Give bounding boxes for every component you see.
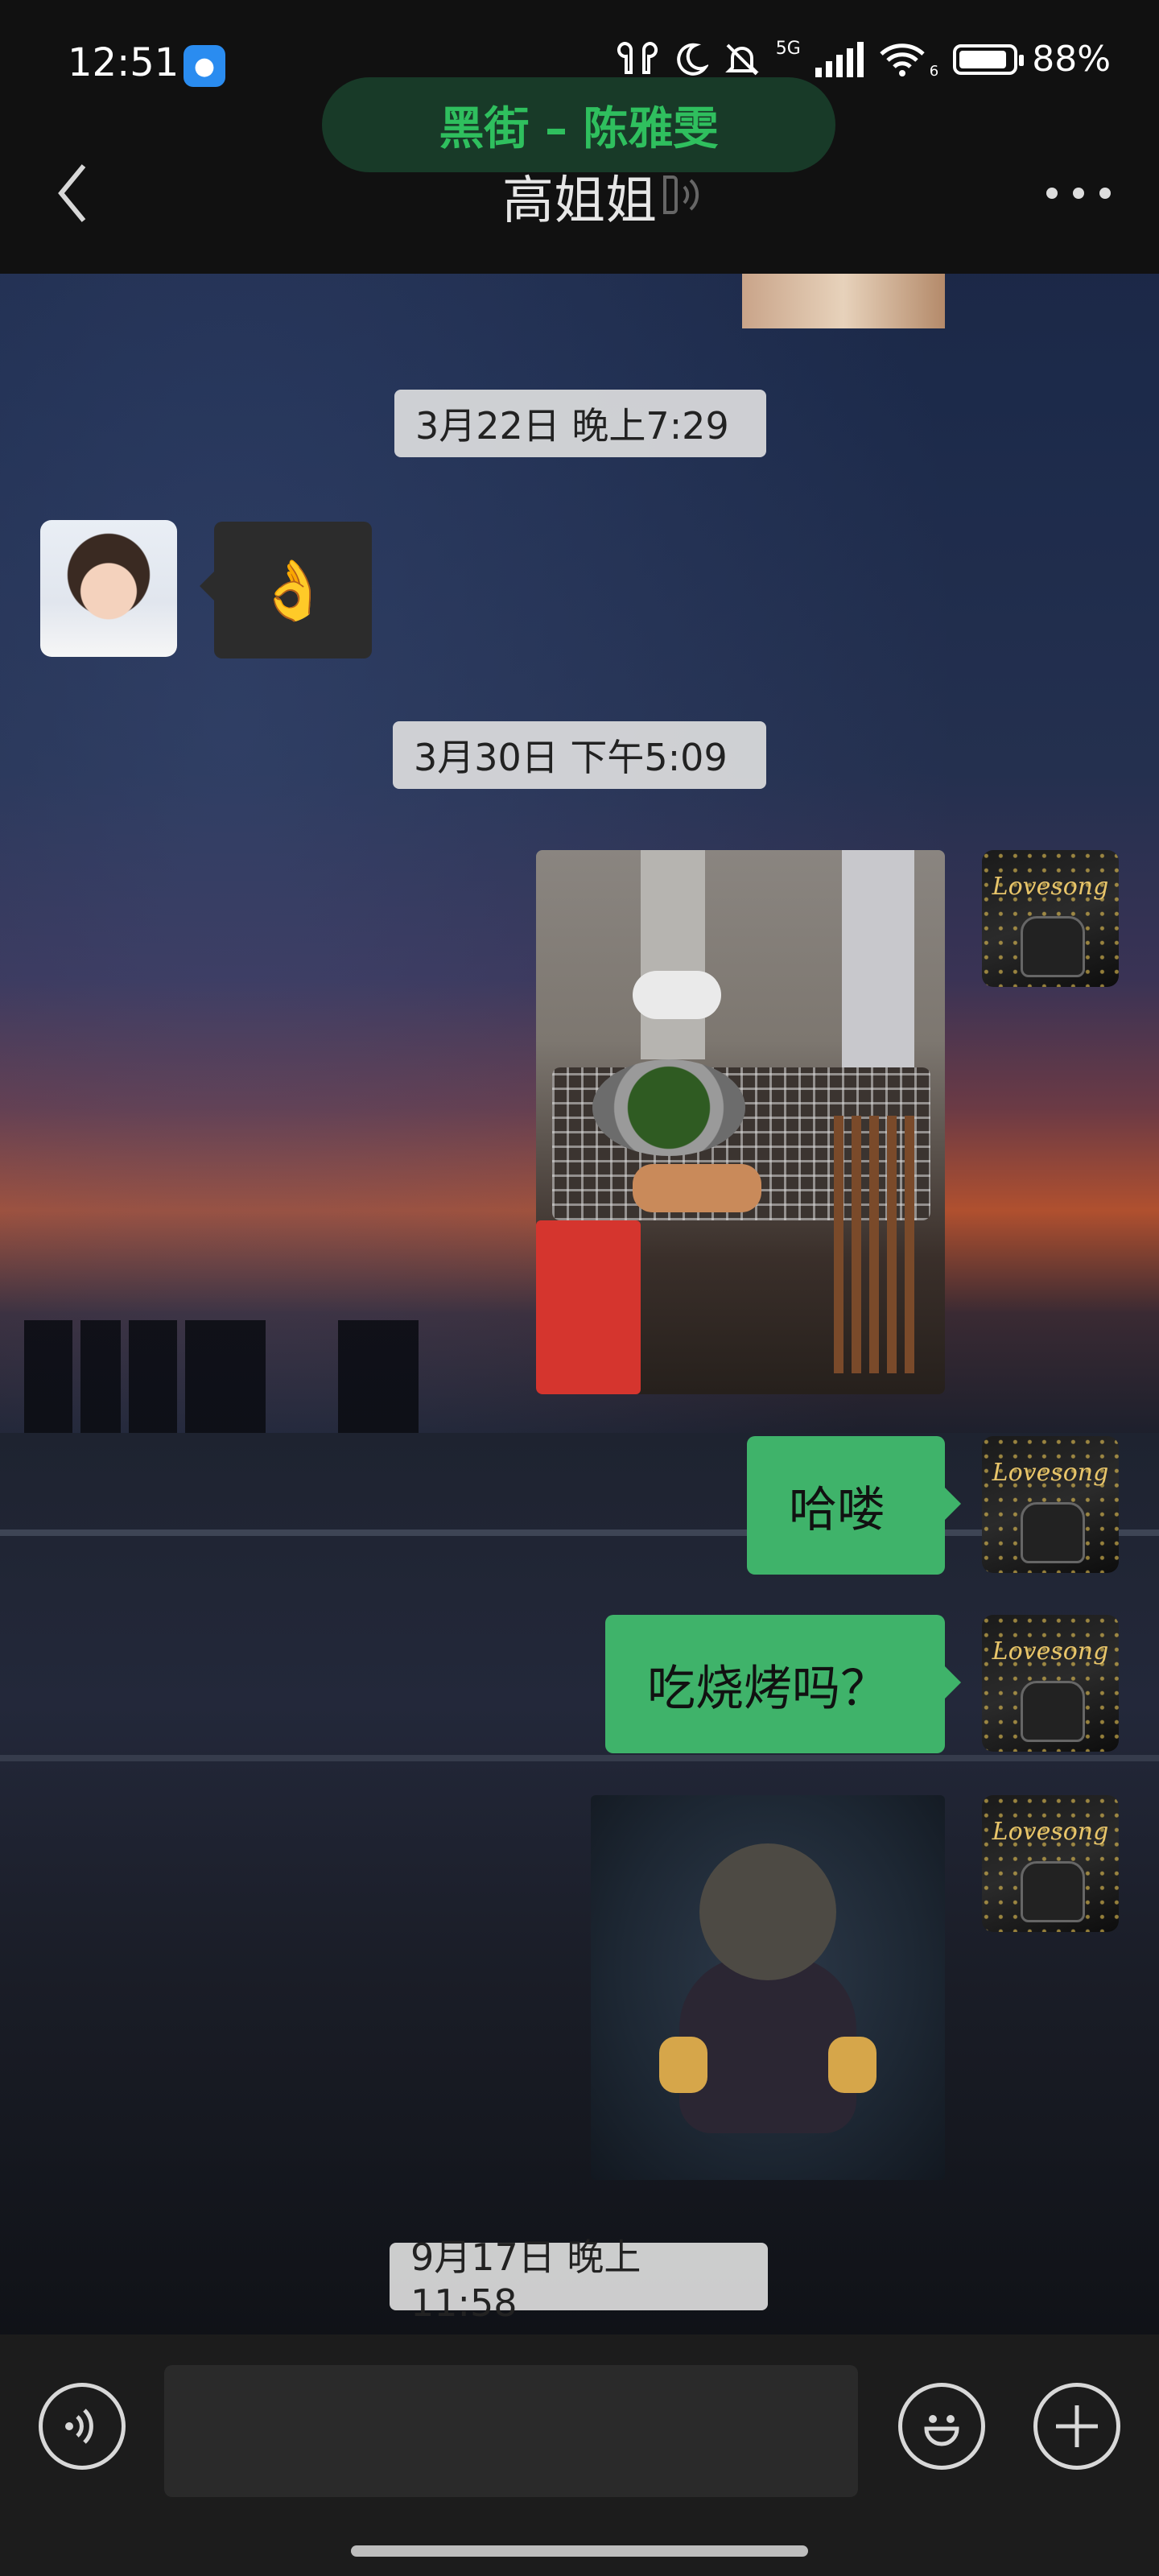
- outgoing-text-bubble[interactable]: 吃烧烤吗？: [605, 1615, 961, 1753]
- photo-detail: [842, 850, 914, 1084]
- avatar-figure: [1021, 1681, 1085, 1742]
- photo-detail: [633, 1164, 761, 1212]
- more-options-button[interactable]: [1046, 169, 1111, 217]
- signal-icon: [815, 41, 864, 77]
- wifi-icon: [880, 43, 925, 76]
- photo-detail: [641, 850, 705, 1059]
- home-indicator[interactable]: [351, 2545, 808, 2557]
- message-input[interactable]: [164, 2365, 858, 2497]
- emoji-button[interactable]: [898, 2383, 985, 2470]
- status-time: 12:51: [68, 40, 179, 85]
- dot-icon: [1046, 188, 1058, 199]
- ok-hand-emoji: 👌: [257, 555, 329, 624]
- my-avatar[interactable]: Lovesong: [982, 850, 1119, 987]
- photo-detail: [633, 971, 721, 1019]
- background-rail: [0, 1755, 1159, 1761]
- android-app-icon: ●: [184, 45, 225, 87]
- photo-detail: [592, 1059, 745, 1156]
- voice-icon: [65, 2409, 93, 2444]
- sticker-detail: [699, 1843, 836, 1980]
- avatar-caption: Lovesong: [992, 1459, 1109, 1487]
- timestamp-label: 3月22日 晚上7:29: [394, 390, 766, 457]
- incoming-emoji-bubble[interactable]: 👌: [200, 522, 372, 658]
- speaker-off-icon: [663, 175, 699, 214]
- outgoing-text-bubble[interactable]: 哈喽: [747, 1436, 961, 1575]
- battery-percent: 88%: [1032, 39, 1111, 80]
- avatar-caption: Lovesong: [992, 1637, 1109, 1666]
- moon-icon: [676, 43, 708, 76]
- mute-bell-icon: [724, 43, 759, 75]
- status-icons: 5G 6 88%: [617, 39, 1111, 80]
- network-type-label: 5G: [775, 39, 801, 59]
- wifi-level-label: 6: [929, 63, 939, 80]
- sticker-detail: [659, 2037, 707, 2093]
- earbuds-icon: [617, 41, 658, 74]
- photo-detail: [834, 1116, 914, 1373]
- sticker-message[interactable]: [591, 1795, 945, 2180]
- bbq-photo-message[interactable]: [536, 850, 945, 1394]
- emoji-icon: [924, 2415, 959, 2446]
- avatar-figure: [1021, 1502, 1085, 1563]
- sticker-detail: [828, 2037, 876, 2093]
- image-message-partial[interactable]: [742, 274, 945, 328]
- more-actions-button[interactable]: [1033, 2383, 1120, 2470]
- contact-avatar[interactable]: [40, 520, 177, 657]
- my-avatar[interactable]: Lovesong: [982, 1615, 1119, 1752]
- my-avatar[interactable]: Lovesong: [982, 1436, 1119, 1573]
- dot-icon: [1073, 188, 1084, 199]
- my-avatar[interactable]: Lovesong: [982, 1795, 1119, 1932]
- avatar-figure: [1021, 1861, 1085, 1922]
- dot-icon: [1099, 188, 1111, 199]
- timestamp-label: 3月30日 下午5:09: [393, 721, 766, 789]
- avatar-figure: [1021, 916, 1085, 977]
- avatar-caption: Lovesong: [992, 873, 1109, 901]
- avatar-caption: Lovesong: [992, 1818, 1109, 1846]
- now-playing-pill[interactable]: 黑街 – 陈雅雯: [322, 77, 835, 172]
- voice-input-button[interactable]: [39, 2383, 126, 2470]
- timestamp-label: 9月17日 晚上11:58: [390, 2235, 768, 2325]
- photo-detail: [536, 1220, 641, 1394]
- plus-icon: [1056, 2405, 1098, 2447]
- battery-icon: [953, 43, 1025, 75]
